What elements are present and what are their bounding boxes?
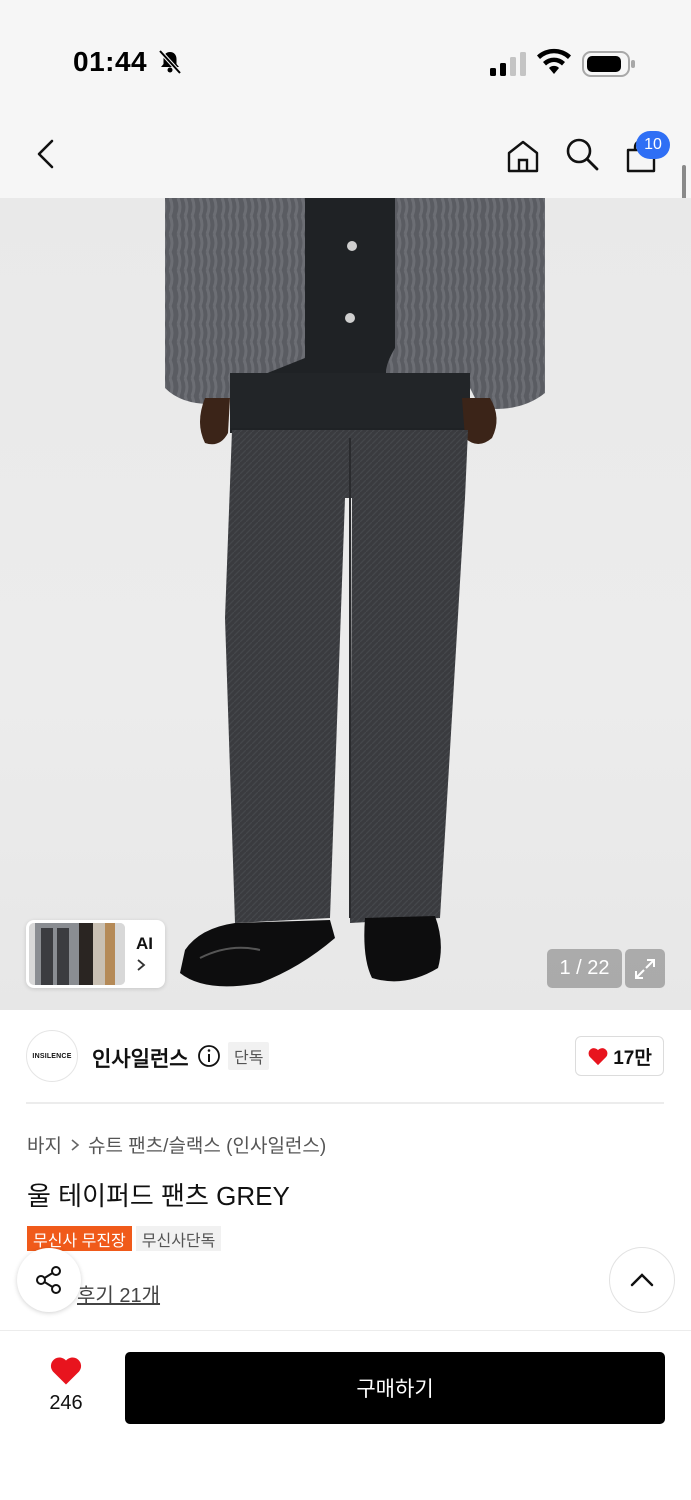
wifi-icon xyxy=(537,48,571,74)
back-button[interactable] xyxy=(22,130,70,178)
expand-icon xyxy=(635,958,655,979)
brand-like-button[interactable]: 17만 xyxy=(575,1036,664,1076)
breadcrumb-item-subcategory[interactable]: 슈트 팬츠/슬랙스 (인사일런스) xyxy=(88,1131,326,1158)
heart-icon xyxy=(50,1357,82,1385)
home-icon xyxy=(507,140,539,173)
ai-styling-chip[interactable]: AI xyxy=(26,920,165,988)
back-arrow-icon xyxy=(37,139,54,169)
heart-icon xyxy=(588,1048,608,1066)
signal-icon xyxy=(490,52,526,76)
review-link[interactable]: 후기 21개 xyxy=(77,1279,160,1308)
brand-logo-text: INSILENCE xyxy=(32,1052,72,1060)
cart-count-badge: 10 xyxy=(636,131,670,159)
brand-like-count: 17만 xyxy=(613,1047,652,1069)
search-icon xyxy=(566,138,599,171)
product-title: 울 테이퍼드 팬츠 GREY xyxy=(27,1181,290,1211)
breadcrumb-item-category[interactable]: 바지 xyxy=(27,1131,62,1158)
expand-button[interactable] xyxy=(625,949,665,988)
info-icon[interactable] xyxy=(197,1044,221,1068)
share-icon xyxy=(36,1266,61,1294)
status-time: 01:44 xyxy=(73,46,148,77)
status-bar: 01:44 xyxy=(0,0,691,110)
home-button[interactable] xyxy=(499,132,547,180)
search-button[interactable] xyxy=(558,130,606,178)
divider xyxy=(26,1102,664,1104)
top-nav xyxy=(0,110,691,198)
exclusive-badge: 무신사단독 xyxy=(135,1226,222,1251)
ai-label: AI xyxy=(136,934,153,953)
brand-logo[interactable]: INSILENCE xyxy=(26,1030,78,1082)
product-image[interactable] xyxy=(0,198,691,1010)
ai-thumbnail xyxy=(29,923,125,985)
chevron-right-icon xyxy=(137,959,146,971)
battery-icon xyxy=(582,51,635,77)
product-photo xyxy=(165,198,545,987)
promo-badge: 무신사 무진장 xyxy=(27,1226,132,1251)
brand-name[interactable]: 인사일런스 xyxy=(92,1043,189,1073)
chevron-up-icon xyxy=(630,1273,654,1287)
bottom-divider xyxy=(0,1330,691,1331)
chevron-right-icon xyxy=(71,1138,80,1151)
share-button[interactable] xyxy=(17,1248,81,1312)
product-like-button[interactable]: 246 xyxy=(30,1354,102,1420)
breadcrumb: 바지 슈트 팬츠/슬랙스 (인사일런스) xyxy=(27,1131,326,1158)
bell-muted-icon xyxy=(158,49,182,75)
buy-button[interactable]: 구매하기 xyxy=(125,1352,665,1424)
scroll-top-button[interactable] xyxy=(609,1247,675,1313)
exclusive-tag: 단독 xyxy=(228,1042,270,1070)
product-like-count: 246 xyxy=(49,1392,83,1414)
image-counter: 1 / 22 xyxy=(547,949,622,988)
badge-row: 무신사 무진장 무신사단독 xyxy=(27,1226,222,1251)
